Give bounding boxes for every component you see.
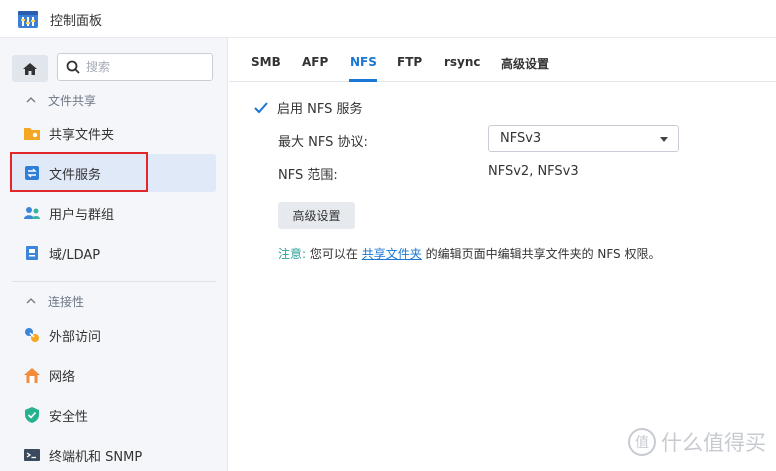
sidebar-item-label: 用户与群组 xyxy=(49,207,115,223)
watermark-logo-icon: 值 xyxy=(628,428,656,456)
home-icon xyxy=(23,62,37,75)
tab-nfs[interactable]: NFS xyxy=(350,55,377,69)
tab-rsync[interactable]: rsync xyxy=(444,55,481,69)
network-icon xyxy=(23,366,41,384)
watermark: 值 什么值得买 xyxy=(627,427,766,457)
tab-smb[interactable]: SMB xyxy=(251,55,281,69)
sidebar-item-network[interactable]: 网络 xyxy=(12,356,216,394)
sidebar-item-label: 共享文件夹 xyxy=(49,127,115,143)
sidebar-item-label: 终端机和 SNMP xyxy=(49,449,143,465)
control-panel-icon xyxy=(18,11,38,28)
note-label: 注意: xyxy=(278,247,307,261)
search-input[interactable] xyxy=(86,60,196,74)
caret-down-icon xyxy=(660,137,668,142)
nfs-range-value: NFSv2, NFSv3 xyxy=(488,164,579,179)
sidebar-item-security[interactable]: 安全性 xyxy=(12,396,216,434)
sidebar-item-shared-folder[interactable]: 共享文件夹 xyxy=(12,114,216,152)
max-protocol-value: NFSv3 xyxy=(500,131,542,146)
note-before: 您可以在 xyxy=(309,247,358,261)
section-file-sharing[interactable]: 文件共享 xyxy=(0,87,228,113)
users-icon xyxy=(23,204,41,222)
window-title: 控制面板 xyxy=(50,14,103,29)
tab-bar: SMB AFP NFS FTP rsync 高级设置 xyxy=(229,38,776,82)
sidebar-item-label: 域/LDAP xyxy=(49,247,101,263)
sidebar-item-label: 网络 xyxy=(49,369,76,385)
sidebar: 文件共享 共享文件夹 文件服务 用户与群组 xyxy=(0,38,228,471)
section-title: 文件共享 xyxy=(48,93,97,108)
advanced-settings-button[interactable]: 高级设置 xyxy=(278,202,355,229)
max-protocol-label: 最大 NFS 协议: xyxy=(278,135,368,150)
sidebar-divider xyxy=(12,281,216,282)
shared-folder-link[interactable]: 共享文件夹 xyxy=(362,247,422,261)
enable-nfs-checkbox[interactable] xyxy=(253,100,269,116)
enable-nfs-label: 启用 NFS 服务 xyxy=(277,102,363,117)
search-icon xyxy=(66,60,80,74)
tab-advanced-settings[interactable]: 高级设置 xyxy=(501,55,549,72)
watermark-text: 什么值得买 xyxy=(661,431,766,455)
shared-folder-icon xyxy=(23,124,41,142)
domain-icon xyxy=(23,244,41,262)
note-text: 注意: 您可以在 共享文件夹 的编辑页面中编辑共享文件夹的 NFS 权限。 xyxy=(278,245,660,262)
annotation-highlight-box xyxy=(10,152,148,192)
title-bar: 控制面板 xyxy=(0,0,776,38)
sidebar-item-domain-ldap[interactable]: 域/LDAP xyxy=(12,234,216,272)
sidebar-item-label: 安全性 xyxy=(49,409,89,425)
tab-afp[interactable]: AFP xyxy=(302,55,328,69)
sidebar-item-terminal-snmp[interactable]: 终端机和 SNMP xyxy=(12,436,216,471)
main-panel: SMB AFP NFS FTP rsync 高级设置 启用 NFS 服务 最大 … xyxy=(229,38,776,471)
terminal-icon xyxy=(23,446,41,464)
sidebar-item-label: 外部访问 xyxy=(49,329,102,345)
note-after: 的编辑页面中编辑共享文件夹的 NFS 权限。 xyxy=(425,247,661,261)
shield-icon xyxy=(23,406,41,424)
active-tab-indicator xyxy=(349,79,377,82)
checkmark-icon xyxy=(254,101,268,113)
chevron-up-icon xyxy=(26,298,36,304)
external-access-icon xyxy=(23,326,41,344)
sidebar-item-external-access[interactable]: 外部访问 xyxy=(12,316,216,354)
enable-nfs-row[interactable]: 启用 NFS 服务 xyxy=(253,98,363,117)
sidebar-item-users-groups[interactable]: 用户与群组 xyxy=(12,194,216,232)
tab-ftp[interactable]: FTP xyxy=(397,55,422,69)
section-title: 连接性 xyxy=(48,294,85,309)
max-protocol-select[interactable]: NFSv3 xyxy=(488,125,679,152)
nfs-range-label: NFS 范围: xyxy=(278,168,338,183)
svg-text:值: 值 xyxy=(635,435,649,451)
chevron-up-icon xyxy=(26,97,36,103)
home-button[interactable] xyxy=(12,55,48,82)
search-box[interactable] xyxy=(57,53,213,81)
section-connectivity[interactable]: 连接性 xyxy=(0,288,228,314)
